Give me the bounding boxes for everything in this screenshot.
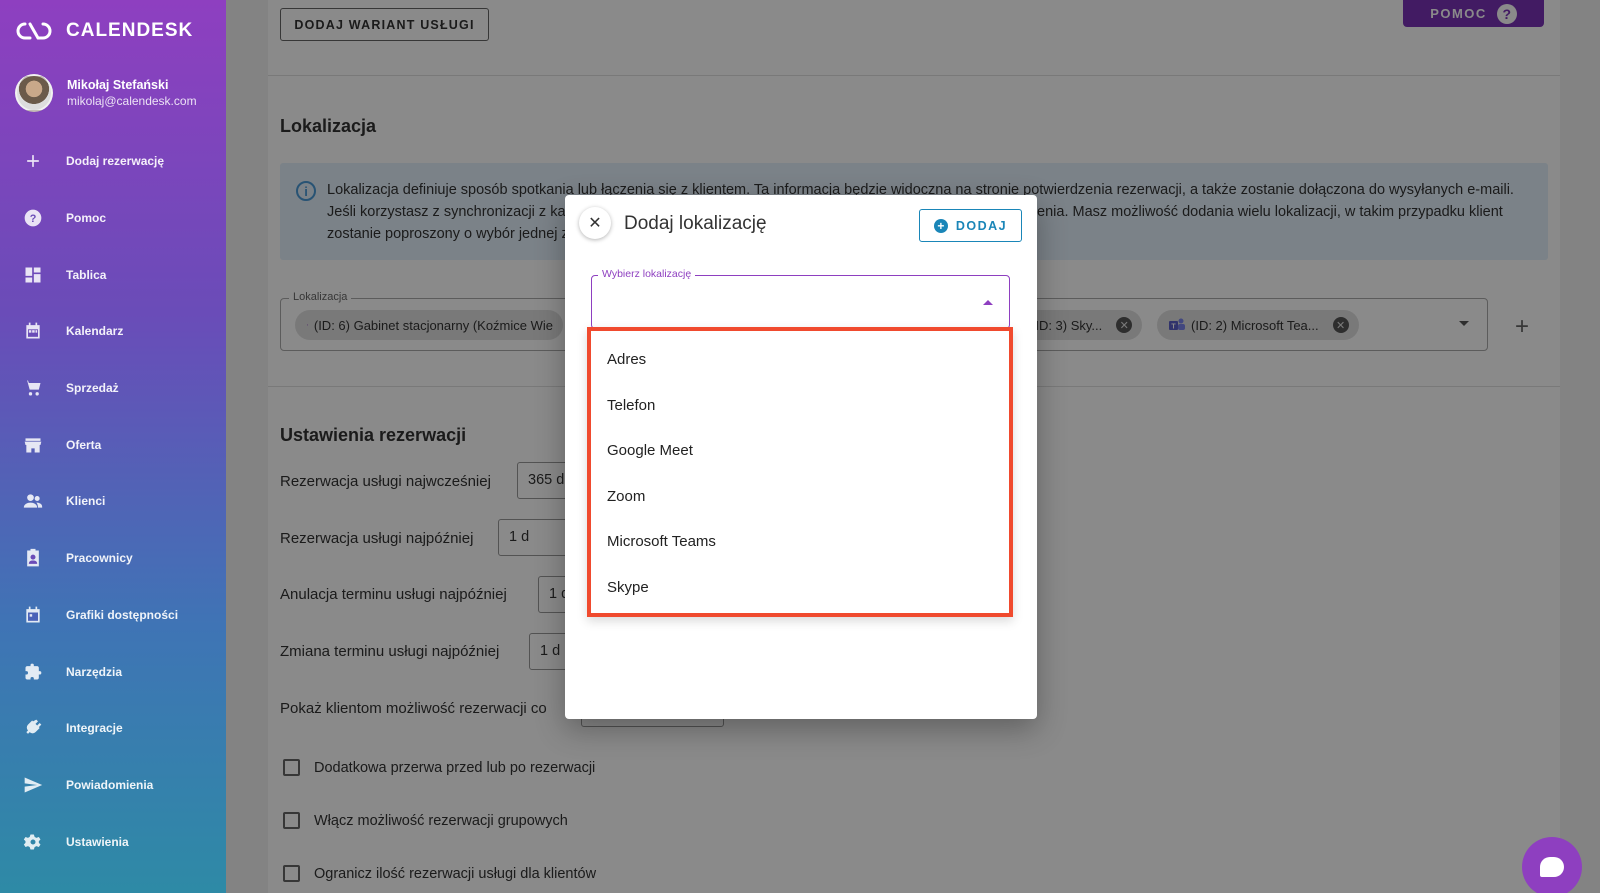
plus-icon — [23, 151, 43, 171]
chevron-up-icon[interactable] — [983, 300, 993, 305]
sidebar-item-label: Kalendarz — [66, 324, 124, 339]
sidebar-item-schedules[interactable]: Grafiki dostępności — [0, 587, 226, 644]
option-phone[interactable]: Telefon — [591, 383, 1009, 429]
sidebar-item-offer[interactable]: Oferta — [0, 416, 226, 473]
user-email: mikolaj@calendesk.com — [67, 94, 197, 108]
sidebar-item-label: Grafiki dostępności — [66, 607, 179, 622]
avatar — [15, 74, 53, 112]
sidebar-item-label: Dodaj rezerwację — [66, 154, 165, 169]
sidebar-item-calendar[interactable]: Kalendarz — [0, 303, 226, 360]
sidebar-item-label: Sprzedaż — [66, 381, 119, 396]
option-address[interactable]: Adres — [591, 337, 1009, 383]
sidebar-item-clients[interactable]: Klienci — [0, 473, 226, 530]
option-zoom[interactable]: Zoom — [591, 474, 1009, 520]
sidebar-item-add-booking[interactable]: Dodaj rezerwację — [0, 133, 226, 190]
user-profile[interactable]: Mikołaj Stefański mikolaj@calendesk.com — [15, 74, 197, 112]
location-options-menu: Adres Telefon Google Meet Zoom Microsoft… — [587, 327, 1013, 617]
logo-text: CALENDESK — [66, 20, 194, 41]
puzzle-icon — [23, 662, 43, 682]
help-icon: ? — [23, 208, 43, 228]
logo-icon — [16, 22, 52, 40]
plus-circle-icon: + — [933, 218, 948, 233]
sidebar-item-help[interactable]: ? Pomoc — [0, 190, 226, 247]
dialog-title: Dodaj lokalizację — [624, 213, 767, 234]
dashboard-icon — [23, 265, 43, 285]
send-icon — [23, 775, 43, 795]
people-icon — [23, 491, 43, 511]
location-type-select[interactable]: Wybierz lokalizację — [591, 268, 1010, 329]
sidebar-item-label: Klienci — [66, 494, 106, 509]
sidebar-item-label: Pomoc — [66, 211, 107, 226]
add-button[interactable]: + DODAJ — [919, 209, 1022, 242]
sidebar-item-dashboard[interactable]: Tablica — [0, 246, 226, 303]
sidebar-item-notifications[interactable]: Powiadomienia — [0, 757, 226, 814]
logo[interactable]: CALENDESK — [16, 20, 193, 42]
sidebar-item-employees[interactable]: Pracownicy — [0, 530, 226, 587]
option-google-meet[interactable]: Google Meet — [591, 428, 1009, 474]
user-name: Mikołaj Stefański — [67, 78, 169, 92]
close-button[interactable]: ✕ — [579, 207, 611, 239]
select-label: Wybierz lokalizację — [598, 268, 696, 280]
sidebar-item-settings[interactable]: Ustawienia — [0, 813, 226, 870]
chat-button[interactable] — [1522, 837, 1582, 893]
sidebar: CALENDESK Mikołaj Stefański mikolaj@cale… — [0, 0, 226, 893]
sidebar-item-tools[interactable]: Narzędzia — [0, 643, 226, 700]
store-icon — [23, 435, 43, 455]
calendar-icon — [23, 321, 43, 341]
schedule-icon — [23, 605, 43, 625]
sidebar-item-label: Integracje — [66, 721, 123, 736]
sidebar-item-sales[interactable]: Sprzedaż — [0, 360, 226, 417]
badge-icon — [23, 548, 43, 568]
sidebar-item-label: Pracownicy — [66, 551, 133, 566]
gear-icon — [23, 832, 43, 852]
sidebar-nav: Dodaj rezerwację ? Pomoc Tablica Kalenda… — [0, 133, 226, 870]
sidebar-item-label: Narzędzia — [66, 664, 123, 679]
sidebar-item-label: Oferta — [66, 437, 102, 452]
chat-icon — [1540, 857, 1564, 877]
sidebar-item-label: Powiadomienia — [66, 777, 154, 792]
plug-icon — [23, 718, 43, 738]
sidebar-item-label: Ustawienia — [66, 834, 129, 849]
add-location-dialog: ✕ Dodaj lokalizację + DODAJ Wybierz loka… — [565, 195, 1037, 719]
option-microsoft-teams[interactable]: Microsoft Teams — [591, 519, 1009, 565]
sidebar-item-label: Tablica — [66, 267, 107, 282]
sidebar-item-integrations[interactable]: Integracje — [0, 700, 226, 757]
option-skype[interactable]: Skype — [591, 565, 1009, 611]
cart-icon — [23, 378, 43, 398]
close-icon: ✕ — [588, 215, 602, 232]
svg-text:?: ? — [30, 213, 37, 225]
add-button-label: DODAJ — [955, 218, 1008, 233]
